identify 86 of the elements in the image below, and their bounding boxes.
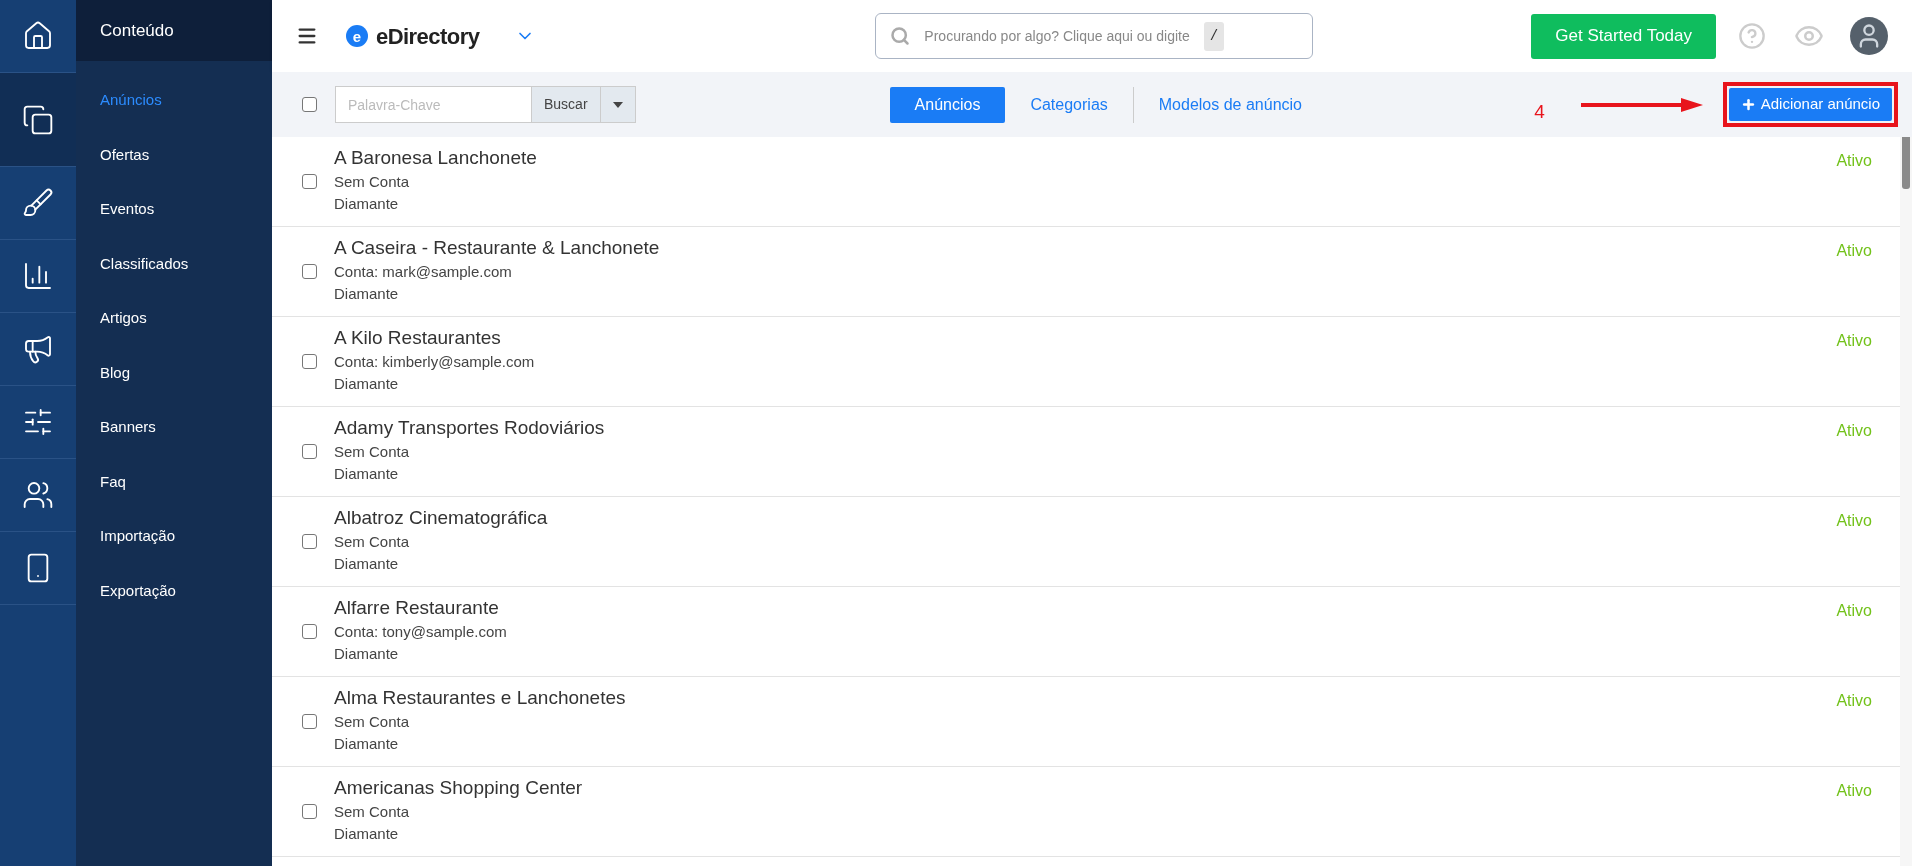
listing-level: Diamante [334, 464, 400, 484]
listing-account: Conta: tony@sample.com [334, 622, 507, 642]
listing-level: Diamante [334, 194, 400, 214]
tab[interactable]: Modelos de anúncio [1133, 86, 1327, 123]
users-icon [22, 479, 54, 511]
listing-level: Diamante [334, 554, 400, 574]
listing-title[interactable]: Adamy Transportes Rodoviários [334, 415, 605, 441]
checkbox[interactable] [302, 714, 317, 729]
listing-row[interactable]: Alfarre Restaurante Conta: tony@sample.com Diamante Ativo [272, 587, 1900, 677]
scrollbar[interactable] [1900, 137, 1912, 866]
megaphone-icon [22, 333, 54, 365]
brush-icon [22, 187, 54, 219]
sliders-icon [22, 406, 54, 438]
listing-account: Sem Conta [334, 442, 411, 462]
sidebar-title: Conteúdo [100, 19, 174, 42]
listing-row[interactable]: A Baronesa Lanchonete Sem Conta Diamante Ativo [272, 137, 1900, 227]
listing-title[interactable]: Albatroz Cinematográfica [334, 505, 548, 531]
checkbox[interactable] [302, 174, 317, 189]
tab[interactable]: Anúncios [889, 86, 1006, 123]
menu-icon[interactable] [296, 25, 318, 47]
search-placeholder: Procurando por algo? Clique aqui ou digite [924, 26, 1190, 46]
search-button[interactable]: Buscar [532, 86, 600, 123]
checkbox[interactable] [302, 354, 317, 369]
sidebar-item[interactable]: Importação [76, 509, 272, 564]
sidebar-item[interactable]: Artigos [76, 291, 272, 346]
listing-level: Diamante [334, 644, 400, 664]
sidebar-item[interactable]: Ofertas [76, 127, 272, 182]
listing-account: Sem Conta [334, 802, 411, 822]
tab[interactable]: Categorias [1005, 86, 1133, 123]
listing-title[interactable]: A Caseira - Restaurante & Lanchonete [334, 235, 660, 261]
sidebar-item[interactable]: Classificados [76, 236, 272, 291]
listing-row[interactable]: A Kilo Restaurantes Conta: kimberly@sample.com Diamante Ativo [272, 317, 1900, 407]
listing-title[interactable]: Americanas Shopping Center [334, 775, 583, 801]
brand-name: eDirectory [376, 22, 480, 51]
sidebar-item[interactable]: Banners [76, 400, 272, 455]
listing-account: Conta: mark@sample.com [334, 262, 513, 282]
shortcut-key: / [1203, 21, 1225, 51]
status-label: Ativo [1836, 331, 1872, 351]
status-label: Ativo [1836, 511, 1872, 531]
logo-badge: e [346, 25, 368, 47]
listing-title[interactable]: Alma Restaurantes e Lanchonetes [334, 685, 626, 711]
sidebar-item[interactable]: Anúncios [76, 73, 272, 128]
listing-title[interactable]: Alfarre Restaurante [334, 595, 507, 621]
avatar[interactable] [1850, 17, 1888, 55]
listing-row[interactable]: Americanas Shopping Center Sem Conta Diamante Ativo [272, 767, 1900, 857]
listing-level: Diamante [334, 734, 400, 754]
annotation-number: 4 [1534, 100, 1545, 125]
home-icon [22, 20, 54, 52]
sidebar-item[interactable]: Exportação [76, 563, 272, 618]
status-label: Ativo [1836, 241, 1872, 261]
sidebar-item[interactable]: Faq [76, 454, 272, 509]
keyword-field[interactable]: Palavra-Chave [335, 86, 532, 123]
add-listing-button[interactable]: Adicionar anúncio [1728, 88, 1892, 121]
listing-account: Sem Conta [334, 712, 411, 732]
checkbox[interactable] [302, 534, 317, 549]
sidebar-item[interactable]: Blog [76, 345, 272, 400]
plus-icon [1740, 97, 1756, 112]
checkbox[interactable] [302, 97, 317, 112]
status-label: Ativo [1836, 691, 1872, 711]
listing-row[interactable]: Albatroz Cinematográfica Sem Conta Diamante Ativo [272, 497, 1900, 587]
listing-row[interactable]: Adamy Transportes Rodoviários Sem Conta Diamante Ativo [272, 407, 1900, 497]
listing-account: Sem Conta [334, 172, 411, 192]
documents-icon [22, 103, 54, 136]
listing-account: Conta: kimberly@sample.com [334, 352, 535, 372]
listing-level: Diamante [334, 824, 400, 844]
listing-row[interactable]: A Caseira - Restaurante & Lanchonete Conta: mark@sample.com Diamante Ativo [272, 227, 1900, 317]
checkbox[interactable] [302, 624, 317, 639]
bar-chart-icon [22, 260, 54, 292]
listing-account: Sem Conta [334, 532, 411, 552]
listing-title[interactable]: A Baronesa Lanchonete [334, 145, 537, 171]
listing-title[interactable]: A Kilo Restaurantes [334, 325, 535, 351]
listing-level: Diamante [334, 284, 400, 304]
sidebar-item[interactable]: Eventos [76, 182, 272, 237]
search-field[interactable]: Procurando por algo? Clique aqui ou digite / [875, 13, 1314, 59]
caret-icon [612, 101, 623, 108]
listing-level: Diamante [334, 374, 400, 394]
dropdown-button[interactable] [599, 86, 636, 123]
listing-row[interactable]: Alma Restaurantes e Lanchonetes Sem Conta Diamante Ativo [272, 677, 1900, 767]
status-label: Ativo [1836, 781, 1872, 801]
checkbox[interactable] [302, 804, 317, 819]
status-label: Ativo [1836, 151, 1872, 171]
checkbox[interactable] [302, 264, 317, 279]
status-label: Ativo [1836, 601, 1872, 621]
search-icon [890, 26, 911, 46]
checkbox[interactable] [302, 444, 317, 459]
status-label: Ativo [1836, 421, 1872, 441]
